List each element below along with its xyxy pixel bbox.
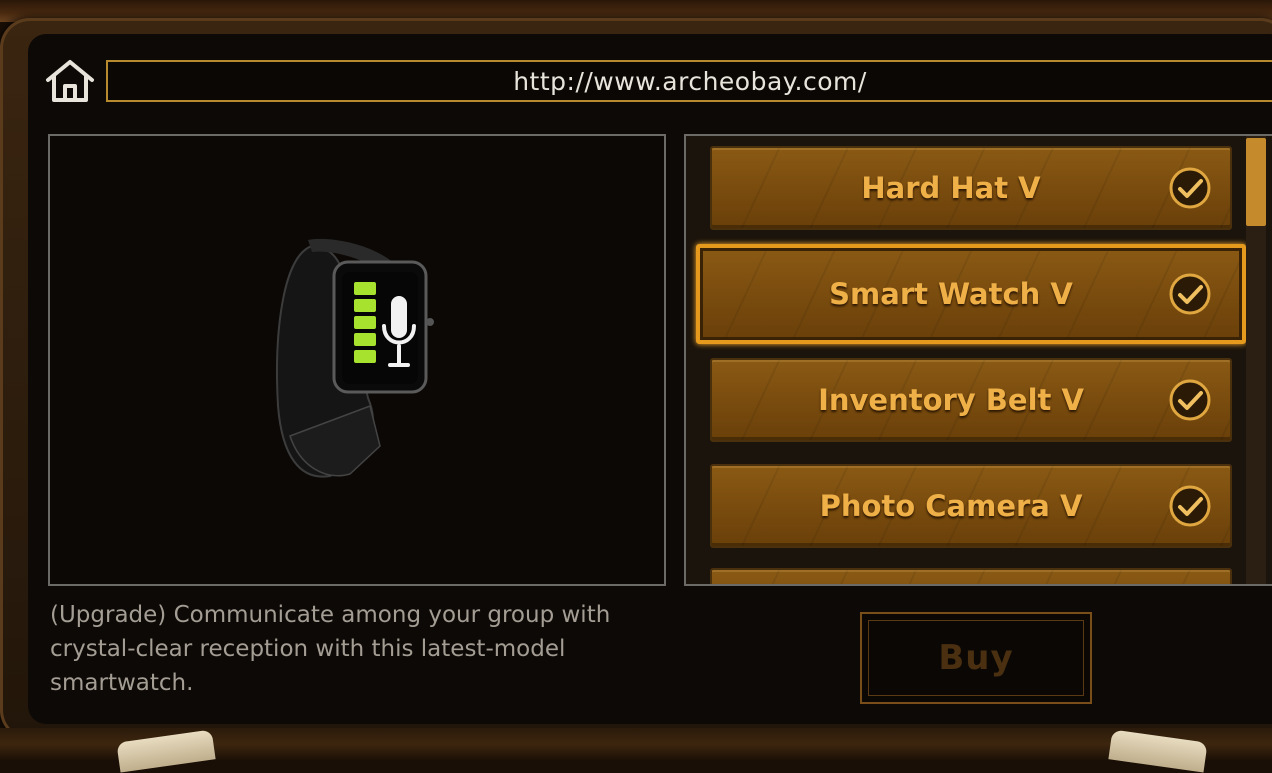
item-label: Photo Camera V (819, 489, 1083, 523)
battery-level-icon (354, 282, 376, 363)
checkmark-icon (1169, 273, 1211, 315)
item-label: Hard Hat V (861, 171, 1041, 205)
list-item-partial[interactable] (710, 568, 1232, 584)
item-label: Smart Watch V (829, 277, 1073, 311)
checkmark-icon (1169, 485, 1211, 527)
url-bar[interactable]: http://www.archeobay.com/ (106, 60, 1272, 102)
buy-button[interactable]: Buy (860, 612, 1092, 704)
list-item-inventory-belt[interactable]: Inventory Belt V (710, 358, 1232, 442)
buy-button-label: Buy (868, 620, 1084, 696)
list-item-hard-hat[interactable]: Hard Hat V (710, 146, 1232, 230)
product-description: (Upgrade) Communicate among your group w… (50, 602, 611, 696)
home-icon (46, 60, 94, 102)
item-label: Inventory Belt V (818, 383, 1084, 417)
product-list[interactable]: Hard Hat V Smart Watch V Inventory Belt … (684, 134, 1272, 586)
product-preview (48, 134, 666, 586)
list-item-smart-watch[interactable]: Smart Watch V (696, 244, 1246, 344)
checkmark-icon (1169, 167, 1211, 209)
url-text: http://www.archeobay.com/ (513, 66, 867, 96)
smartwatch-icon (276, 238, 434, 478)
home-button[interactable] (44, 58, 96, 104)
scrollbar-thumb[interactable] (1246, 138, 1266, 226)
checkmark-icon (1169, 379, 1211, 421)
list-item-photo-camera[interactable]: Photo Camera V (710, 464, 1232, 548)
list-scrollbar[interactable] (1246, 136, 1266, 584)
